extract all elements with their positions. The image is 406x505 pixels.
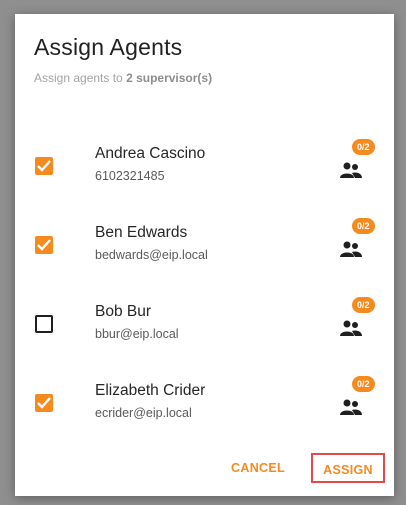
dialog-subtitle: Assign agents to 2 supervisor(s) [34, 71, 212, 85]
group-icon [340, 320, 362, 336]
assignment-count-badge: 0/2 [352, 297, 375, 313]
agent-row-ben-edwards[interactable]: Ben Edwards bedwards@eip.local 0/2 [15, 218, 394, 278]
agent-checkbox[interactable] [35, 236, 53, 254]
check-icon [37, 397, 51, 409]
agent-checkbox[interactable] [35, 394, 53, 412]
agent-name: Bob Bur [95, 303, 152, 320]
agent-phone: 6102321485 [95, 169, 165, 183]
agent-name: Ben Edwards [95, 224, 188, 241]
agent-checkbox[interactable] [35, 157, 53, 175]
check-icon [37, 160, 51, 172]
dialog-title: Assign Agents [34, 34, 183, 60]
assignment-count-badge: 0/2 [352, 218, 375, 234]
group-icon [340, 241, 362, 257]
agent-name: Andrea Cascino [95, 145, 206, 162]
agent-row-bob-bur[interactable]: Bob Bur bbur@eip.local 0/2 [15, 297, 394, 357]
supervisor-count: 2 supervisor(s) [126, 71, 213, 85]
check-icon [37, 239, 51, 251]
subtitle-prefix: Assign agents to [34, 71, 127, 85]
assignment-count-badge: 0/2 [352, 139, 375, 155]
assign-agents-dialog: Assign Agents Assign agents to 2 supervi… [15, 14, 394, 496]
cancel-button[interactable]: CANCEL [223, 453, 293, 483]
assignment-count-badge: 0/2 [352, 376, 375, 392]
agent-row-elizabeth-crider[interactable]: Elizabeth Crider ecrider@eip.local 0/2 [15, 376, 394, 436]
group-icon [340, 162, 362, 178]
agent-checkbox[interactable] [35, 315, 53, 333]
agent-email: ecrider@eip.local [95, 406, 192, 420]
group-icon [340, 399, 362, 415]
agent-email: bbur@eip.local [95, 327, 179, 341]
assign-button[interactable]: ASSIGN [311, 453, 385, 483]
agent-email: bedwards@eip.local [95, 248, 208, 262]
agent-row-andrea-cascino[interactable]: Andrea Cascino 6102321485 0/2 [15, 139, 394, 199]
agent-name: Elizabeth Crider [95, 382, 206, 399]
